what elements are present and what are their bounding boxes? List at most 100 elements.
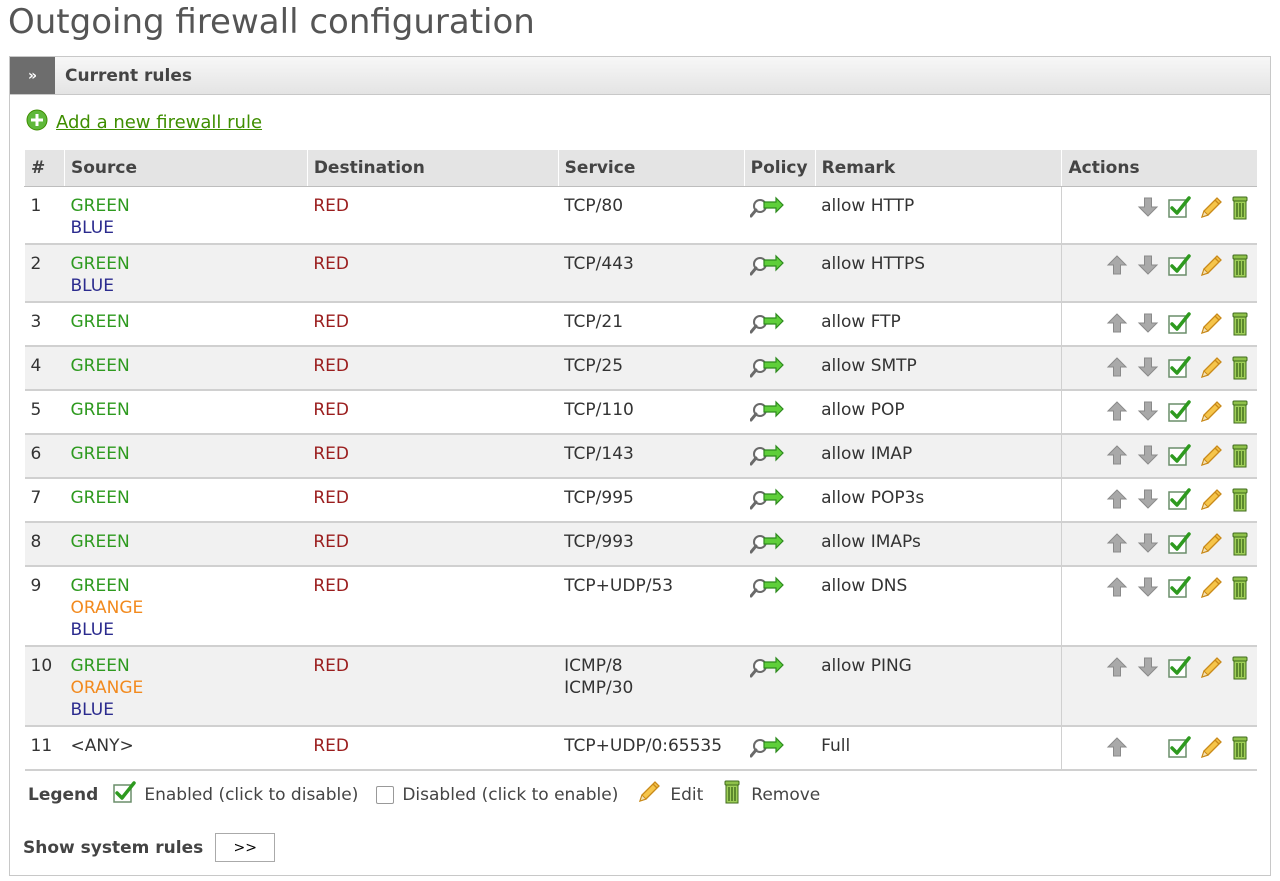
edit-pencil-icon[interactable] — [1198, 355, 1224, 379]
rule-actions — [1061, 521, 1257, 567]
move-down-icon[interactable] — [1136, 443, 1162, 467]
remove-trash-icon[interactable] — [1229, 355, 1251, 379]
collapse-button[interactable]: » — [10, 57, 55, 94]
enabled-checkbox-icon[interactable] — [1167, 735, 1193, 759]
show-system-rules-button[interactable]: >> — [215, 833, 276, 862]
rule-destination: RED — [307, 186, 559, 245]
column-header-actions: Actions — [1061, 150, 1257, 187]
rule-policy — [744, 389, 816, 435]
edit-pencil-icon[interactable] — [1198, 399, 1224, 423]
move-up-icon[interactable] — [1105, 575, 1131, 599]
enabled-checkbox-icon[interactable] — [1167, 575, 1193, 599]
rule-source: GREEN ORANGE BLUE — [64, 565, 308, 647]
move-up-icon[interactable] — [1105, 311, 1131, 335]
move-down-icon[interactable] — [1136, 311, 1162, 335]
remove-trash-icon[interactable] — [1229, 253, 1251, 277]
source-zone: <ANY> — [70, 735, 134, 756]
rule-destination: RED — [307, 389, 559, 435]
move-down-icon[interactable] — [1136, 355, 1162, 379]
remove-trash-icon[interactable] — [1229, 311, 1251, 335]
disabled-checkbox-icon — [376, 785, 395, 804]
move-down-icon[interactable] — [1136, 575, 1162, 599]
rule-policy — [744, 521, 816, 567]
rule-remark: allow POP — [815, 389, 1062, 435]
rule-number: 2 — [24, 243, 65, 303]
rule-remark: allow IMAPs — [815, 521, 1062, 567]
move-up-icon[interactable] — [1105, 735, 1131, 759]
move-down-icon[interactable] — [1136, 195, 1162, 219]
edit-pencil-icon[interactable] — [1198, 443, 1224, 467]
edit-pencil-icon[interactable] — [1198, 487, 1224, 511]
rule-policy — [744, 243, 816, 303]
source-zone: GREEN — [70, 311, 130, 332]
enabled-checkbox-icon[interactable] — [1167, 655, 1193, 679]
rule-service: TCP/143 — [558, 433, 745, 479]
move-up-icon[interactable] — [1105, 443, 1131, 467]
rule-destination: RED — [307, 433, 559, 479]
enabled-checkbox-icon[interactable] — [1167, 311, 1193, 335]
panel-title: Current rules — [65, 65, 192, 86]
rule-actions — [1061, 725, 1257, 771]
enabled-checkbox-icon[interactable] — [1167, 195, 1193, 219]
rule-actions — [1061, 565, 1257, 647]
rule-source: <ANY> — [64, 725, 308, 771]
remove-trash-icon[interactable] — [1229, 531, 1251, 555]
edit-pencil-icon[interactable] — [1198, 655, 1224, 679]
remove-trash-icon[interactable] — [1229, 575, 1251, 599]
rule-destination: RED — [307, 301, 559, 347]
move-down-icon[interactable] — [1136, 655, 1162, 679]
edit-pencil-icon[interactable] — [1198, 531, 1224, 555]
move-up-icon[interactable] — [1105, 253, 1131, 277]
remove-trash-icon[interactable] — [1229, 399, 1251, 423]
enabled-checkbox-icon[interactable] — [1167, 487, 1193, 511]
move-up-icon[interactable] — [1105, 531, 1131, 555]
column-header-remark: Remark — [814, 150, 1062, 187]
rule-number: 3 — [24, 301, 65, 347]
legend-disabled-text: Disabled (click to enable) — [402, 784, 619, 805]
enabled-checkbox-icon[interactable] — [1167, 443, 1193, 467]
rule-remark: allow HTTP — [815, 186, 1062, 245]
add-rule-link[interactable]: Add a new firewall rule — [56, 112, 262, 133]
rule-remark: allow HTTPS — [815, 243, 1062, 303]
edit-pencil-icon[interactable] — [1198, 575, 1224, 599]
rule-service: TCP/21 — [558, 301, 745, 347]
move-down-icon[interactable] — [1136, 487, 1162, 511]
enabled-checkbox-icon[interactable] — [1167, 399, 1193, 423]
rule-number: 6 — [24, 433, 65, 479]
remove-trash-icon[interactable] — [1229, 195, 1251, 219]
panel-header: » Current rules — [10, 57, 1270, 95]
enabled-checkbox-icon[interactable] — [1167, 531, 1193, 555]
move-down-icon[interactable] — [1136, 399, 1162, 423]
edit-pencil-icon[interactable] — [1198, 311, 1224, 335]
remove-trash-icon[interactable] — [1229, 735, 1251, 759]
edit-pencil-icon[interactable] — [1198, 195, 1224, 219]
service-entry: TCP/110 — [564, 399, 634, 420]
move-up-icon[interactable] — [1105, 655, 1131, 679]
enabled-checkbox-icon[interactable] — [1167, 253, 1193, 277]
remove-trash-icon[interactable] — [1229, 487, 1251, 511]
enabled-checkbox-icon[interactable] — [1167, 355, 1193, 379]
move-down-icon[interactable] — [1136, 531, 1162, 555]
remove-trash-icon[interactable] — [1229, 443, 1251, 467]
add-circle-icon[interactable] — [26, 109, 48, 135]
edit-pencil-icon[interactable] — [1198, 253, 1224, 277]
allow-arrow-icon — [749, 312, 786, 340]
system-rules-label: Show system rules — [23, 837, 204, 858]
move-down-icon[interactable] — [1136, 253, 1162, 277]
edit-pencil-icon[interactable] — [1198, 735, 1224, 759]
service-entry: TCP/443 — [564, 253, 634, 274]
allow-arrow-icon — [749, 532, 786, 560]
rule-number: 4 — [24, 345, 65, 391]
rule-service: TCP+UDP/53 — [558, 565, 745, 647]
trash-icon — [721, 779, 743, 810]
move-up-icon[interactable] — [1105, 399, 1131, 423]
legend: Legend Enabled (click to disable) Disabl… — [28, 779, 838, 810]
rule-number: 1 — [24, 186, 65, 245]
rule-source: GREEN BLUE — [64, 243, 308, 303]
move-up-icon[interactable] — [1105, 487, 1131, 511]
allow-arrow-icon — [749, 576, 786, 604]
rule-source: GREEN BLUE — [64, 186, 308, 245]
table-row: 1 GREEN BLUE RED TCP/80 allow HTTP — [24, 186, 1257, 245]
remove-trash-icon[interactable] — [1229, 655, 1251, 679]
move-up-icon[interactable] — [1105, 355, 1131, 379]
